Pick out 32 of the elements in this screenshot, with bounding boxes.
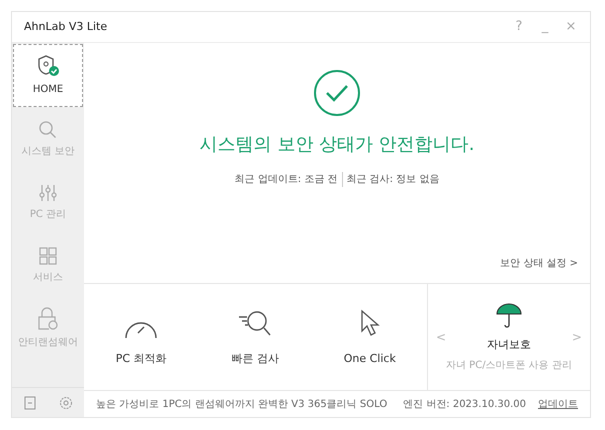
gauge-icon [125, 322, 158, 339]
promo-text: 높은 가성비로 1PC의 랜섬웨어까지 완벽한 V3 365클리닉 SOLO [96, 398, 388, 412]
cursor-icon [358, 308, 381, 339]
promo-subtitle: 자녀 PC/스마트폰 사용 관리 [446, 358, 572, 373]
status-detail: 최근 업데이트: 조금 전 [234, 173, 338, 187]
check-circle-icon [313, 69, 361, 117]
umbrella-icon [494, 301, 523, 330]
update-link[interactable]: 업데이트 [538, 396, 578, 412]
sidebar-item[interactable]: PC 관리 [12, 171, 84, 234]
engine-version: 엔진 버전: 2023.10.30.00 [403, 398, 526, 412]
status-headline: 시스템의 보안 상태가 안전합니다. [200, 133, 474, 157]
document-icon[interactable] [24, 396, 36, 410]
settings-icon[interactable] [58, 396, 72, 410]
window-control[interactable]: ? [512, 17, 526, 37]
promo-title: 자녀보호 [486, 337, 531, 354]
lock-icon [37, 307, 59, 331]
sidebar-item[interactable]: 서비스 [12, 234, 84, 297]
feature-tile[interactable]: PC 최적화 [84, 284, 198, 390]
feature-tile[interactable]: 빠른 검사 [198, 284, 313, 390]
window-control[interactable]: _ [538, 17, 552, 37]
settings-link[interactable]: 보안 상태 설정 > [500, 256, 578, 271]
shield-check-icon [36, 54, 60, 78]
sidebar-item[interactable]: 시스템 보안 [12, 108, 84, 171]
search-icon [38, 120, 58, 140]
feature-tile[interactable]: One Click [312, 284, 427, 390]
sidebar-item[interactable]: 안티랜섬웨어 [12, 297, 84, 360]
sidebar-item[interactable]: HOME [13, 44, 83, 107]
window-title: AhnLab V3 Lite [24, 18, 108, 35]
window-control[interactable]: × [564, 17, 578, 37]
sliders-icon [38, 183, 58, 203]
grid-icon [38, 246, 58, 266]
status-detail: 최근 검사: 정보 없음 [342, 172, 440, 187]
